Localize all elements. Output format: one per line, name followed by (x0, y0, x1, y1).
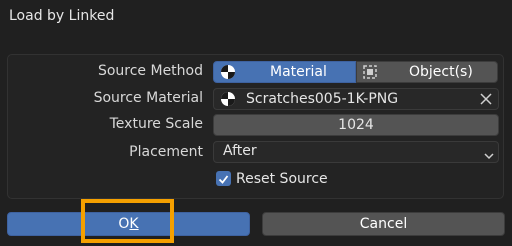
material-option-label: Material (270, 64, 327, 80)
source-method-label: Source Method (97, 63, 203, 79)
texture-scale-label: Texture Scale (109, 116, 203, 132)
placement-label: Placement (129, 144, 203, 160)
dialog-title: Load by Linked (9, 8, 115, 24)
close-icon[interactable] (480, 93, 492, 109)
source-material-field[interactable]: Scratches005-1K-PNG (213, 88, 499, 110)
object-icon (362, 64, 378, 84)
cancel-button[interactable]: Cancel (262, 212, 505, 236)
source-method-objects-option[interactable]: Object(s) (356, 61, 498, 83)
ok-button-highlight (81, 199, 174, 243)
reset-source-checkbox[interactable] (216, 171, 231, 186)
source-material-value: Scratches005-1K-PNG (246, 91, 399, 107)
objects-option-label: Object(s) (409, 64, 473, 80)
chevron-down-icon (484, 148, 494, 164)
load-by-linked-dialog: Load by Linked Source Method Material Ob… (0, 0, 512, 246)
source-method-material-option[interactable]: Material (213, 61, 356, 83)
checkmark-icon (218, 173, 229, 189)
placement-dropdown[interactable]: After (213, 141, 499, 163)
placement-value: After (223, 143, 257, 159)
texture-scale-field[interactable]: 1024 (213, 114, 499, 136)
source-material-label: Source Material (93, 90, 203, 106)
material-sphere-icon (220, 91, 236, 111)
material-sphere-icon (220, 64, 236, 84)
reset-source-label[interactable]: Reset Source (236, 171, 328, 187)
